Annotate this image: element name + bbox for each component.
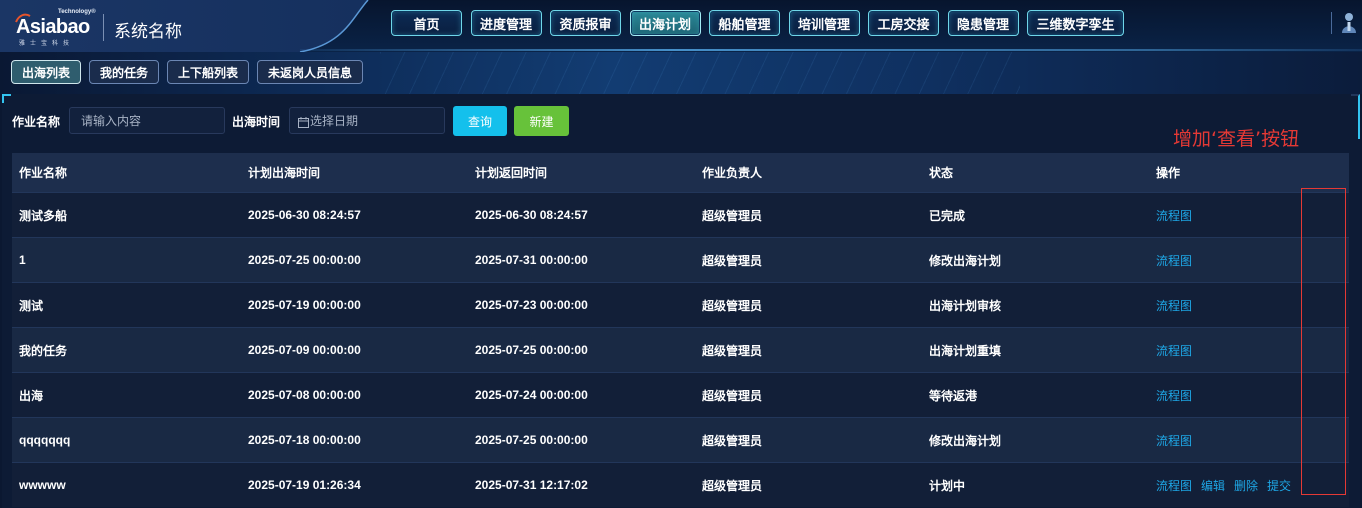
job-name-label: 作业名称 xyxy=(12,115,61,129)
create-button[interactable]: 新建 xyxy=(514,106,569,136)
th-planned-departure: 计划出海时间 xyxy=(248,166,321,180)
company-logo[interactable]: Technology® Asiabao 雅士宝科技 xyxy=(15,9,96,47)
table-row: wwwww 2025-07-19 01:26:34 2025-07-31 12:… xyxy=(12,462,1349,507)
cell-planned-return: 2025-07-23 00:00:00 xyxy=(475,298,588,312)
nav-3d-digital-twin[interactable]: 三维数字孪生 xyxy=(1027,10,1124,36)
cell-planned-return: 2025-07-25 00:00:00 xyxy=(475,343,588,357)
th-actions: 操作 xyxy=(1156,166,1181,180)
table-row: 出海 2025-07-08 00:00:00 2025-07-24 00:00:… xyxy=(12,372,1349,417)
cell-owner: 超级管理员 xyxy=(702,388,763,403)
cell-job-name: 出海 xyxy=(19,388,44,403)
cell-job-name: 测试多船 xyxy=(19,208,68,223)
cell-owner: 超级管理员 xyxy=(702,253,763,268)
th-job-name: 作业名称 xyxy=(19,166,68,180)
top-header: Technology® Asiabao 雅士宝科技 系统名称 首页 进度管理 资… xyxy=(0,0,1362,52)
cell-owner: 超级管理员 xyxy=(702,343,763,358)
panel-corner-top-left xyxy=(2,94,11,103)
edit-link[interactable]: 编辑 xyxy=(1201,477,1225,494)
cell-planned-departure: 2025-07-18 00:00:00 xyxy=(248,433,361,447)
cell-planned-departure: 2025-07-19 01:26:34 xyxy=(248,478,361,492)
header-glow-line xyxy=(300,49,1362,51)
nav-ship-management[interactable]: 船舶管理 xyxy=(709,10,780,36)
table-row: 1 2025-07-25 00:00:00 2025-07-31 00:00:0… xyxy=(12,237,1349,282)
nav-progress-management[interactable]: 进度管理 xyxy=(470,10,542,36)
cell-owner: 超级管理员 xyxy=(702,208,763,223)
annotation-highlight-box xyxy=(1301,188,1346,495)
tab-boarding-list[interactable]: 上下船列表 xyxy=(167,60,250,84)
cell-job-name: qqqqqqq xyxy=(19,433,71,447)
cell-planned-departure: 2025-07-19 00:00:00 xyxy=(248,298,361,312)
th-planned-return: 计划返回时间 xyxy=(475,166,548,180)
flowchart-link[interactable]: 流程图 xyxy=(1156,252,1192,269)
logo-subtitle: 雅士宝科技 xyxy=(19,40,75,47)
th-owner: 作业负责人 xyxy=(702,166,763,180)
nav-training-management[interactable]: 培训管理 xyxy=(788,10,860,36)
flowchart-link[interactable]: 流程图 xyxy=(1156,432,1192,449)
table-row: qqqqqqq 2025-07-18 00:00:00 2025-07-25 0… xyxy=(12,417,1349,462)
nav-home[interactable]: 首页 xyxy=(391,10,462,36)
sub-tabs: 出海列表 我的任务 上下船列表 未返岗人员信息 xyxy=(11,60,364,84)
logo-tagline: Technology® xyxy=(58,9,96,15)
sea-date-picker[interactable] xyxy=(289,107,445,134)
logo-brand: Asiabao xyxy=(16,16,90,38)
system-name: 系统名称 xyxy=(114,22,182,42)
cell-status: 出海计划审核 xyxy=(929,298,1002,313)
table-row: 测试 2025-07-19 00:00:00 2025-07-23 00:00:… xyxy=(12,282,1349,327)
flowchart-link[interactable]: 流程图 xyxy=(1156,387,1192,404)
cell-planned-return: 2025-07-24 00:00:00 xyxy=(475,388,588,402)
nav-workshop-handover[interactable]: 工房交接 xyxy=(868,10,939,36)
flowchart-link[interactable]: 流程图 xyxy=(1156,297,1192,314)
header-divider-right xyxy=(1331,12,1332,34)
cell-planned-return: 2025-07-25 00:00:00 xyxy=(475,433,588,447)
sea-date-input[interactable] xyxy=(310,108,440,133)
cell-status: 已完成 xyxy=(929,208,966,223)
tab-unreturned-personnel[interactable]: 未返岗人员信息 xyxy=(257,60,364,84)
cell-job-name: wwwww xyxy=(19,478,66,492)
cell-planned-departure: 2025-07-09 00:00:00 xyxy=(248,343,361,357)
delete-link[interactable]: 删除 xyxy=(1234,477,1258,494)
cell-owner: 超级管理员 xyxy=(702,433,763,448)
cell-planned-departure: 2025-07-08 00:00:00 xyxy=(248,388,361,402)
annotation-text: 增加‘查看’按钮 xyxy=(1173,128,1300,150)
sea-date-label: 出海时间 xyxy=(232,115,281,129)
flowchart-link[interactable]: 流程图 xyxy=(1156,477,1192,494)
job-name-input[interactable] xyxy=(69,107,225,134)
flowchart-link[interactable]: 流程图 xyxy=(1156,207,1192,224)
main-nav: 首页 进度管理 资质报审 出海计划 船舶管理 培训管理 工房交接 隐患管理 三维… xyxy=(391,10,1124,36)
cell-job-name: 我的任务 xyxy=(19,343,68,358)
th-status: 状态 xyxy=(929,166,954,180)
tab-my-tasks[interactable]: 我的任务 xyxy=(89,60,160,84)
panel-corner-top-right xyxy=(1351,94,1360,139)
table-header: 作业名称 计划出海时间 计划返回时间 作业负责人 状态 操作 xyxy=(12,153,1349,192)
cell-owner: 超级管理员 xyxy=(702,478,763,493)
table-row: 我的任务 2025-07-09 00:00:00 2025-07-25 00:0… xyxy=(12,327,1349,372)
cell-owner: 超级管理员 xyxy=(702,298,763,313)
cell-status: 修改出海计划 xyxy=(929,253,1002,268)
calendar-icon xyxy=(298,115,309,128)
cell-planned-departure: 2025-06-30 08:24:57 xyxy=(248,208,361,222)
flowchart-link[interactable]: 流程图 xyxy=(1156,342,1192,359)
nav-hazard-management[interactable]: 隐患管理 xyxy=(947,10,1019,36)
cell-status: 修改出海计划 xyxy=(929,433,1002,448)
sea-plan-table: 作业名称 计划出海时间 计划返回时间 作业负责人 状态 操作 测试多船 2025… xyxy=(12,153,1349,507)
cell-status: 计划中 xyxy=(929,478,966,493)
cell-planned-return: 2025-07-31 12:17:02 xyxy=(475,478,588,492)
cell-status: 等待返港 xyxy=(929,388,978,403)
header-divider xyxy=(103,14,104,41)
header-decoration xyxy=(380,52,1020,94)
table-row: 测试多船 2025-06-30 08:24:57 2025-06-30 08:2… xyxy=(12,192,1349,237)
nav-sea-plan[interactable]: 出海计划 xyxy=(629,10,701,36)
cell-planned-return: 2025-06-30 08:24:57 xyxy=(475,208,588,222)
tab-sea-list[interactable]: 出海列表 xyxy=(11,60,82,84)
cell-job-name: 1 xyxy=(19,253,26,267)
nav-qualification-review[interactable]: 资质报审 xyxy=(550,10,621,36)
query-button[interactable]: 查询 xyxy=(453,106,507,136)
cell-job-name: 测试 xyxy=(19,298,44,313)
cell-planned-return: 2025-07-31 00:00:00 xyxy=(475,253,588,267)
user-icon[interactable] xyxy=(1340,12,1358,34)
cell-planned-departure: 2025-07-25 00:00:00 xyxy=(248,253,361,267)
submit-link[interactable]: 提交 xyxy=(1267,477,1291,494)
cell-status: 出海计划重填 xyxy=(929,343,1002,358)
